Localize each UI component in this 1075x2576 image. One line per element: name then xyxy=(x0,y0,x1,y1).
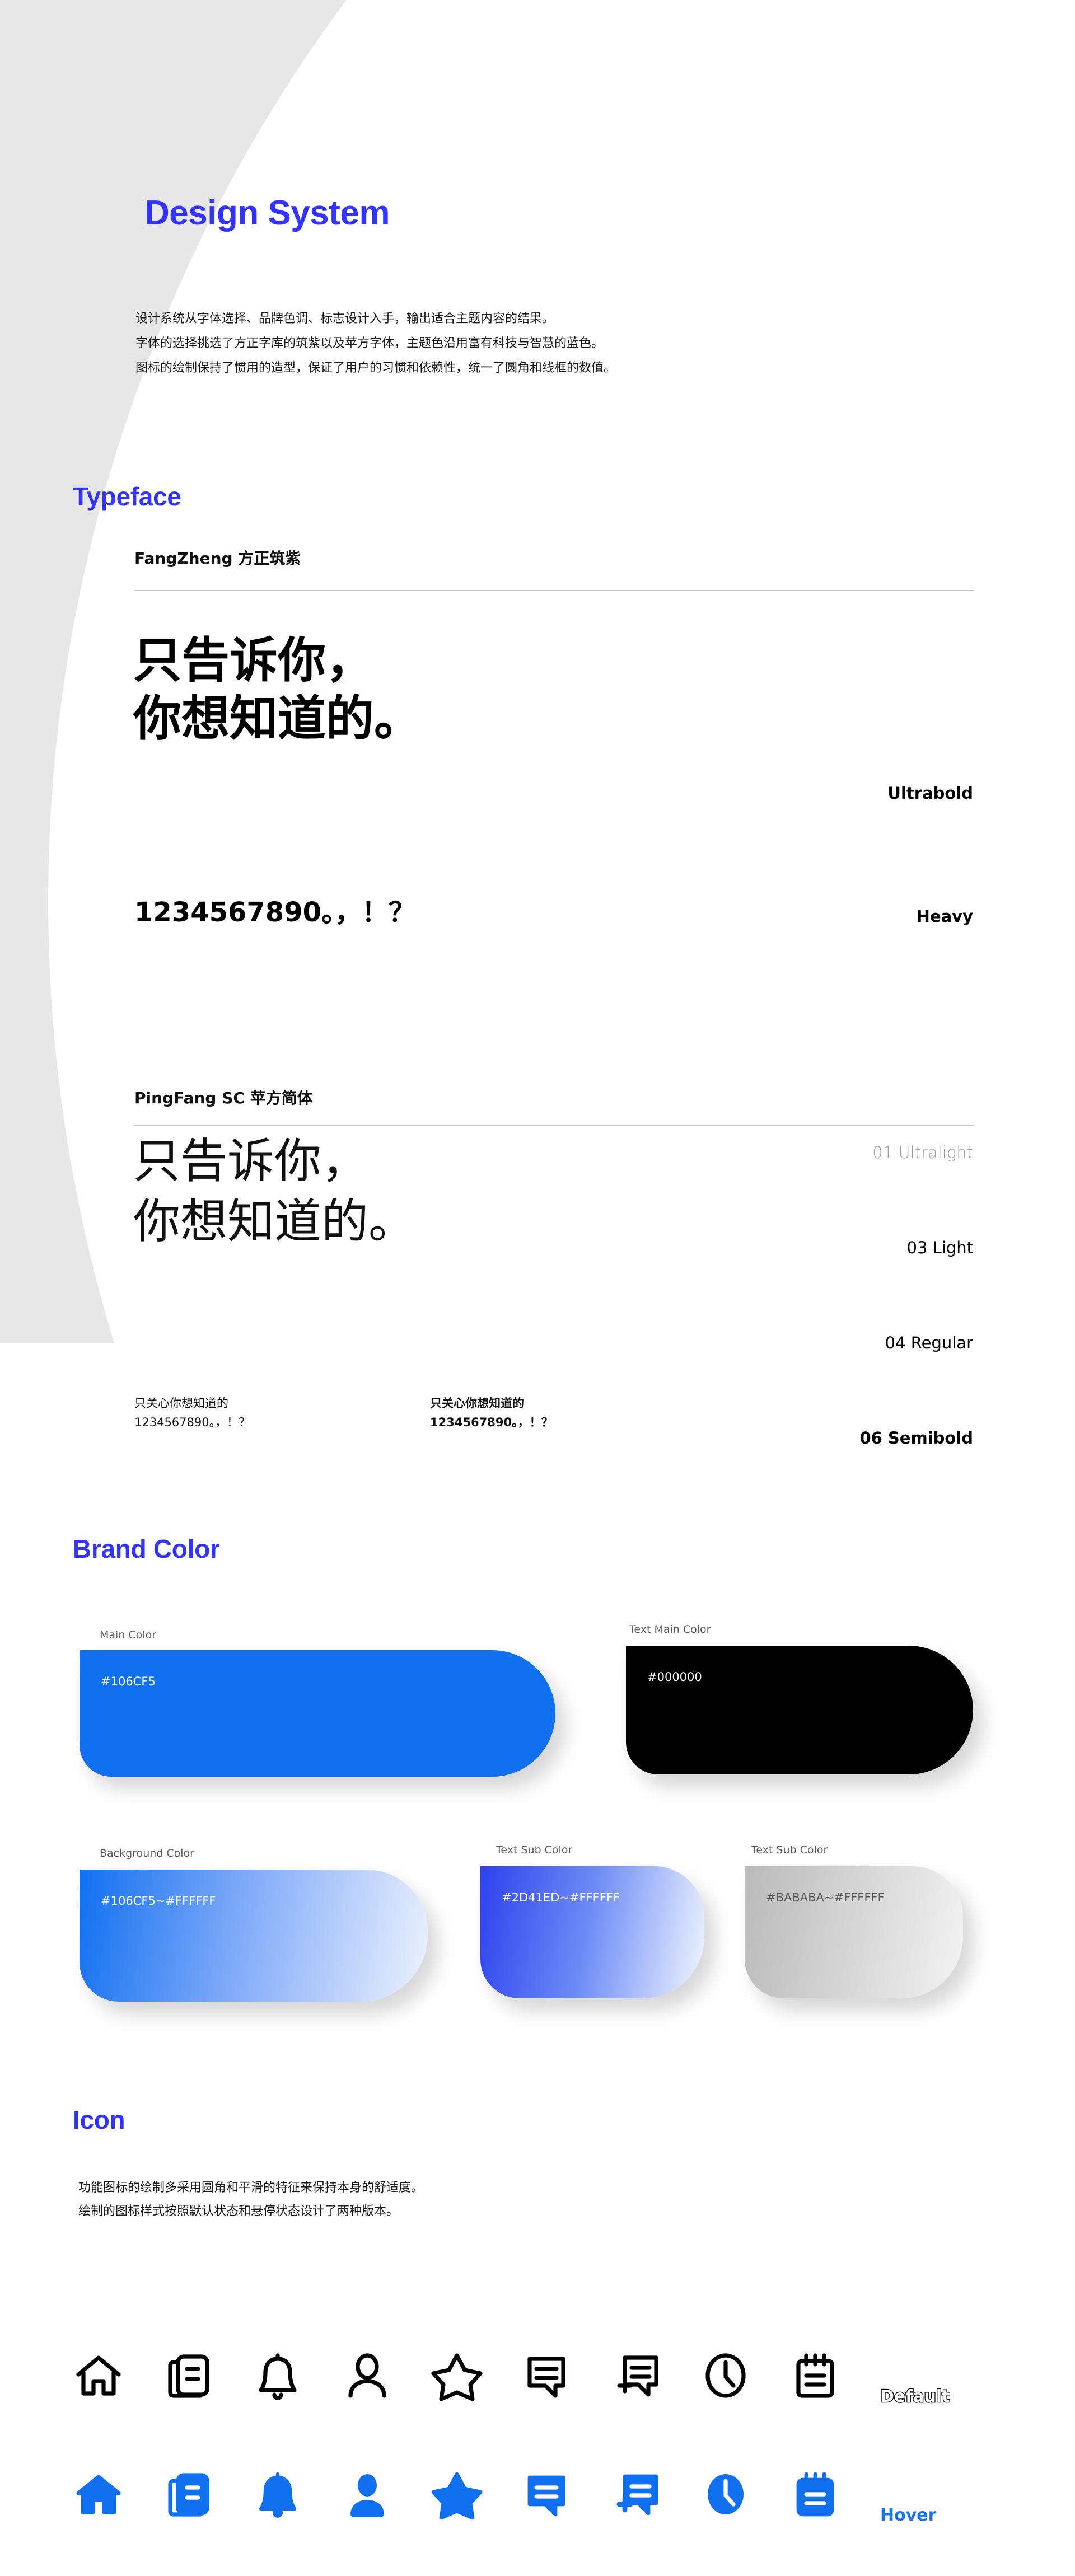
book-icon[interactable] xyxy=(161,2349,215,2402)
weight-label-semibold: 06 Semibold xyxy=(859,1428,973,1448)
bell-icon[interactable] xyxy=(251,2349,305,2402)
clock-icon-hover[interactable] xyxy=(699,2467,752,2521)
swatch-value-text-main-color: #000000 xyxy=(647,1670,702,1684)
divider-fangzheng xyxy=(134,590,974,591)
weight-label-regular: 04 Regular xyxy=(885,1333,973,1352)
user-icon[interactable] xyxy=(340,2349,394,2402)
home-icon[interactable] xyxy=(72,2349,125,2402)
comment-icon-hover[interactable] xyxy=(520,2467,573,2521)
swatch-text-sub-color-blue[interactable]: #2D41ED~#FFFFFF xyxy=(480,1866,704,1998)
weight-label-light: 03 Light xyxy=(906,1238,974,1257)
add-comment-icon[interactable] xyxy=(609,2349,663,2402)
swatch-label-main-color: Main Color xyxy=(100,1629,157,1641)
design-system-page: Design System 设计系统从字体选择、品牌色调、标志设计入手，输出适合… xyxy=(0,0,1075,2576)
swatch-label-text-main-color: Text Main Color xyxy=(629,1623,711,1636)
swatch-value-text-sub-color-gray: #BABABA~#FFFFFF xyxy=(766,1891,885,1904)
swatch-value-main-color: #106CF5 xyxy=(101,1675,156,1688)
bell-icon-hover[interactable] xyxy=(251,2467,305,2521)
clock-icon[interactable] xyxy=(699,2349,752,2402)
font-family-name-pingfang: PingFang SC 苹方简体 xyxy=(134,1089,313,1107)
star-icon[interactable] xyxy=(430,2349,484,2402)
weight-label-heavy: Heavy xyxy=(916,907,973,926)
user-icon-hover[interactable] xyxy=(340,2467,394,2521)
type-sample-numbers-fangzheng: 1234567890。，！？ xyxy=(134,897,415,928)
swatch-text-sub-color-gray[interactable]: #BABABA~#FFFFFF xyxy=(745,1866,963,1998)
weight-label-ultrabold: Ultrabold xyxy=(887,784,973,803)
swatch-value-background-color: #106CF5~#FFFFFF xyxy=(101,1894,216,1908)
type-sample-fangzheng: 只告诉你， 你想知道的。 xyxy=(133,633,422,747)
font-family-name-fangzheng: FangZheng 方正筑紫 xyxy=(134,549,301,568)
type-sample-pingfang: 只告诉你， 你想知道的。 xyxy=(133,1134,416,1249)
swatch-label-text-sub-color-gray: Text Sub Color xyxy=(751,1844,828,1856)
star-icon-hover[interactable] xyxy=(430,2467,484,2521)
weight-label-ultralight: 01 Ultralight xyxy=(872,1143,973,1162)
comment-icon[interactable] xyxy=(520,2349,573,2402)
icon-state-label-default: Default xyxy=(880,2386,951,2408)
divider-pingfang xyxy=(134,1125,974,1126)
swatch-background-color[interactable]: #106CF5~#FFFFFF xyxy=(80,1870,428,2002)
section-heading-brand-color: Brand Color xyxy=(73,1534,220,1563)
swatch-label-text-sub-color-blue: Text Sub Color xyxy=(496,1844,573,1856)
notepad-icon-hover[interactable] xyxy=(788,2467,842,2521)
page-title: Design System xyxy=(144,194,390,232)
book-icon-hover[interactable] xyxy=(161,2467,215,2521)
swatch-text-main-color[interactable]: #000000 xyxy=(626,1646,973,1774)
type-sample-small-regular: 只关心你想知道的 1234567890。，！？ xyxy=(134,1397,251,1429)
add-comment-icon-hover[interactable] xyxy=(609,2467,663,2521)
type-sample-small-semibold: 只关心你想知道的 1234567890。，！？ xyxy=(430,1397,553,1429)
icon-intro: 功能图标的绘制多采用圆角和平滑的特征来保持本身的舒适度。 绘制的图标样式按照默认… xyxy=(78,2181,424,2218)
page-intro: 设计系统从字体选择、品牌色调、标志设计入手，输出适合主题内容的结果。 字体的选择… xyxy=(135,312,616,375)
notepad-icon[interactable] xyxy=(788,2349,842,2402)
icon-state-label-hover: Hover xyxy=(880,2505,937,2525)
swatch-main-color[interactable]: #106CF5 xyxy=(80,1650,555,1777)
swatch-label-background-color: Background Color xyxy=(100,1847,194,1860)
swatch-value-text-sub-color-blue: #2D41ED~#FFFFFF xyxy=(502,1891,620,1904)
section-heading-typeface: Typeface xyxy=(73,482,181,511)
home-icon-hover[interactable] xyxy=(72,2467,125,2521)
section-heading-icon: Icon xyxy=(73,2105,125,2134)
